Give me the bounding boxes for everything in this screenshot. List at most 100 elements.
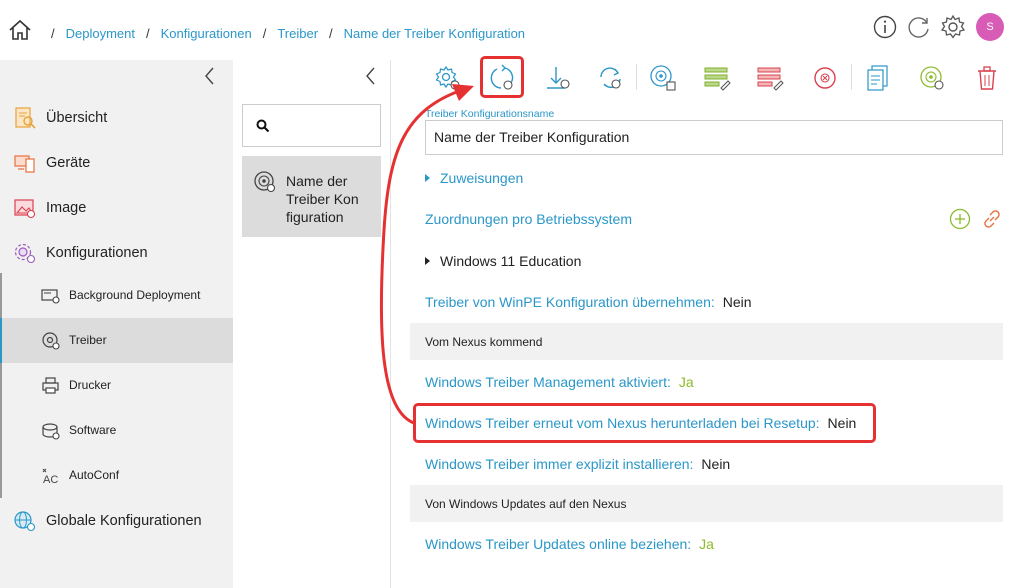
list-edit-red-button[interactable] — [754, 62, 786, 94]
sidebar-collapse-chevron-icon[interactable] — [202, 66, 218, 86]
online-updates-value[interactable]: Ja — [699, 536, 714, 552]
os-mappings-actions — [949, 208, 1003, 230]
highlight-box-toolbar — [480, 56, 524, 98]
os-item-toggle[interactable]: Windows 11 Education — [425, 253, 581, 269]
sidebar-subitem-printer[interactable]: Drucker — [0, 363, 233, 408]
section-title: Von Windows Updates auf den Nexus — [425, 497, 627, 511]
sidebar-item-label: Konfigurationen — [46, 245, 148, 261]
top-right-actions: S — [872, 13, 1004, 41]
driver-management-value[interactable]: Ja — [679, 374, 694, 390]
sidebar-subitem-label: Background Deployment — [69, 288, 201, 302]
breadcrumb: / Deployment / Konfigurationen / Treiber… — [40, 26, 525, 41]
devices-icon — [14, 155, 35, 173]
driver-disc-icon — [254, 171, 276, 193]
info-icon[interactable] — [872, 14, 898, 40]
highlight-box-redownload — [413, 403, 876, 443]
os-item-label: Windows 11 Education — [440, 253, 582, 269]
online-updates-row: Windows Treiber Updates online beziehen:… — [425, 536, 714, 552]
autoconf-icon: AC — [42, 468, 58, 486]
breadcrumb-separator: / — [146, 26, 150, 41]
svg-text:AC: AC — [43, 474, 58, 486]
winpe-value[interactable]: Nein — [723, 294, 752, 310]
sidebar-submenu: Background Deployment Treiber Drucker So… — [0, 273, 233, 498]
driver-management-label: Windows Treiber Management aktiviert: — [425, 374, 671, 390]
cancel-icon — [814, 67, 836, 89]
trash-button[interactable] — [971, 62, 1003, 94]
printer-icon — [42, 377, 59, 394]
sidebar-item-label: Übersicht — [46, 110, 108, 126]
sidebar-item-image[interactable]: Image — [0, 195, 233, 221]
section-header-updates: Von Windows Updates auf den Nexus — [410, 485, 1003, 522]
unlink-icon[interactable] — [981, 208, 1003, 230]
sidebar-item-label: Geräte — [46, 155, 91, 171]
cancel-button[interactable] — [809, 62, 841, 94]
overview-icon — [15, 107, 36, 129]
document-button[interactable] — [862, 62, 894, 94]
os-mappings-row: Zuordnungen pro Betriebssystem — [425, 211, 632, 227]
sidebar-item-overview[interactable]: Übersicht — [0, 105, 233, 131]
list-edit-green-icon — [704, 67, 731, 91]
disk-settings-icon — [650, 65, 676, 91]
list-collapse-chevron-icon[interactable] — [363, 66, 379, 86]
expand-triangle-icon — [425, 257, 430, 265]
refresh-icon — [600, 67, 621, 89]
refresh-button[interactable] — [595, 62, 627, 94]
download-button[interactable] — [542, 62, 574, 94]
name-field[interactable]: Name der Treiber Konfiguration — [425, 120, 1003, 155]
toolbar-separator — [851, 64, 852, 90]
disk-settings-button[interactable] — [647, 62, 679, 94]
disk-green-button[interactable] — [916, 62, 948, 94]
breadcrumb-separator: / — [329, 26, 333, 41]
sidebar-subitem-driver[interactable]: Treiber — [0, 318, 233, 363]
detail-form: Treiber Konfigurationsname Name der Trei… — [391, 96, 1012, 588]
sidebar: Übersicht Geräte Image Konfigurationen B… — [0, 60, 233, 588]
sidebar-item-global-configurations[interactable]: Globale Konfigurationen — [0, 508, 233, 534]
user-avatar[interactable]: S — [976, 13, 1004, 41]
reload-icon[interactable] — [906, 14, 932, 40]
home-icon[interactable] — [8, 18, 32, 42]
toolbar-separator — [636, 64, 637, 90]
explicit-install-value[interactable]: Nein — [701, 456, 730, 472]
sidebar-subitem-label: Treiber — [69, 333, 107, 347]
breadcrumb-current[interactable]: Name der Treiber Konfiguration — [344, 26, 525, 41]
sidebar-item-devices[interactable]: Geräte — [0, 150, 233, 176]
add-circle-icon[interactable] — [949, 208, 971, 230]
breadcrumb-separator: / — [51, 26, 55, 41]
section-title: Vom Nexus kommend — [425, 335, 543, 349]
document-icon — [867, 65, 888, 91]
list-item[interactable]: Name der Treiber Kon figuration — [242, 156, 381, 237]
settings-gear-button[interactable] — [432, 62, 464, 94]
breadcrumb-separator: / — [262, 26, 267, 41]
breadcrumb-deployment[interactable]: Deployment — [66, 26, 135, 41]
explicit-install-row: Windows Treiber immer explizit installie… — [425, 456, 730, 472]
explicit-install-label: Windows Treiber immer explizit installie… — [425, 456, 694, 472]
sidebar-item-label: Globale Konfigurationen — [46, 513, 202, 529]
list-item-label: Name der Treiber Kon figuration — [286, 173, 359, 225]
software-icon — [42, 423, 60, 440]
list-edit-red-icon — [757, 67, 784, 91]
image-icon — [14, 199, 36, 219]
driver-management-row: Windows Treiber Management aktiviert: Ja — [425, 374, 694, 390]
winpe-label: Treiber von WinPE Konfiguration übernehm… — [425, 294, 715, 310]
sidebar-subitem-label: AutoConf — [69, 468, 120, 482]
disk-green-icon — [920, 66, 944, 90]
sidebar-subitem-label: Drucker — [69, 378, 112, 392]
sidebar-subitem-software[interactable]: Software — [0, 408, 233, 453]
list-edit-green-button[interactable] — [701, 62, 733, 94]
name-field-label: Treiber Konfigurationsname — [425, 108, 555, 120]
search-input[interactable] — [242, 104, 381, 147]
breadcrumb-configurations[interactable]: Konfigurationen — [161, 26, 252, 41]
assignments-label: Zuweisungen — [440, 170, 524, 186]
top-bar: / Deployment / Konfigurationen / Treiber… — [0, 0, 1012, 60]
globe-gear-icon — [14, 511, 36, 532]
background-deployment-icon — [41, 289, 60, 304]
winpe-row: Treiber von WinPE Konfiguration übernehm… — [425, 294, 752, 310]
list-column: Name der Treiber Kon figuration — [233, 60, 391, 588]
breadcrumb-driver[interactable]: Treiber — [277, 26, 318, 41]
search-icon — [256, 119, 270, 133]
sidebar-subitem-autoconf[interactable]: AC AutoConf — [0, 453, 233, 498]
sidebar-item-configurations[interactable]: Konfigurationen — [0, 240, 233, 266]
sidebar-subitem-background-deployment[interactable]: Background Deployment — [0, 273, 233, 318]
settings-icon[interactable] — [940, 14, 966, 40]
assignments-toggle[interactable]: Zuweisungen — [425, 170, 523, 186]
